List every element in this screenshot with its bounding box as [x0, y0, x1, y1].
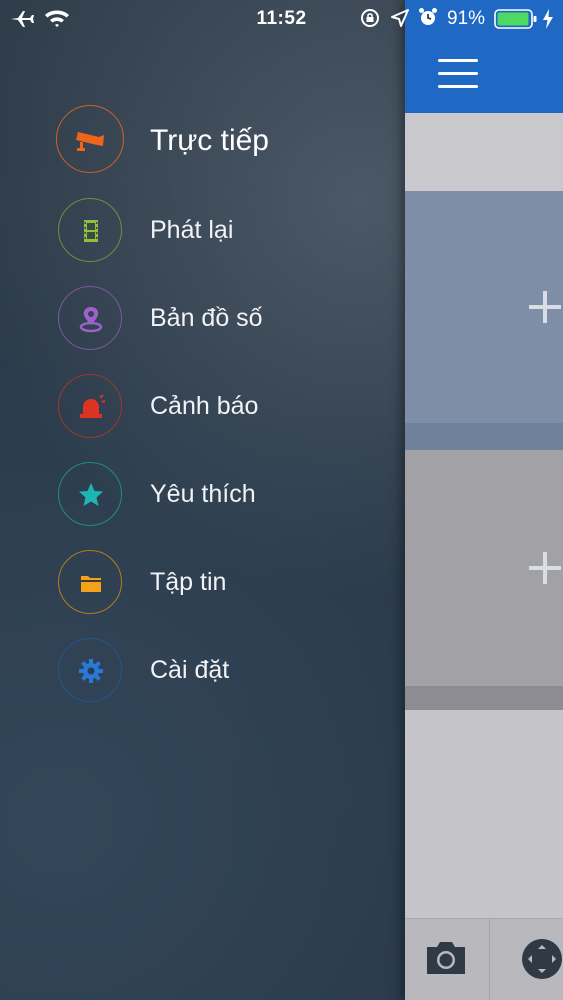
navigation-drawer: Trực tiếp Phát lại Bản đồ số Cảnh báo Yê… [0, 0, 405, 1000]
alarm-siren-icon [58, 374, 122, 438]
menu-label-playback: Phát lại [150, 216, 234, 244]
folder-icon [58, 550, 122, 614]
star-icon [58, 462, 122, 526]
menu-label-live: Trực tiếp [150, 124, 269, 157]
add-icon[interactable] [529, 291, 561, 323]
orientation-lock-icon [361, 9, 379, 27]
content-spacer [405, 710, 563, 918]
camera-tile[interactable] [405, 191, 563, 423]
film-icon [58, 198, 122, 262]
menu-label-digital-map: Bản đồ số [150, 304, 263, 332]
cctv-camera-icon [56, 105, 124, 173]
toolbar-divider [489, 919, 490, 1000]
ptz-control-icon[interactable] [520, 937, 563, 981]
charging-icon [543, 9, 553, 29]
camera-tile[interactable] [405, 450, 563, 686]
camera-tile-footer [405, 686, 563, 710]
status-bar: 11:52 91% [0, 0, 563, 38]
content-spacer [405, 113, 563, 191]
add-icon[interactable] [529, 552, 561, 584]
location-icon [391, 9, 409, 27]
alarm-icon [419, 8, 437, 25]
camera-tile-footer [405, 423, 563, 450]
battery-percentage: 91% [447, 8, 486, 29]
battery-icon [494, 9, 537, 29]
menu-label-settings: Cài đặt [150, 656, 230, 684]
main-content-panel[interactable] [405, 0, 563, 1000]
gear-icon [58, 638, 122, 702]
camera-icon[interactable] [424, 939, 468, 977]
menu-label-alerts: Cảnh báo [150, 392, 259, 420]
menu-label-favorites: Yêu thích [150, 480, 256, 508]
hamburger-menu-icon[interactable] [438, 57, 478, 91]
map-pin-icon [58, 286, 122, 350]
bottom-toolbar [405, 918, 563, 1000]
menu-label-files: Tập tin [150, 568, 227, 596]
